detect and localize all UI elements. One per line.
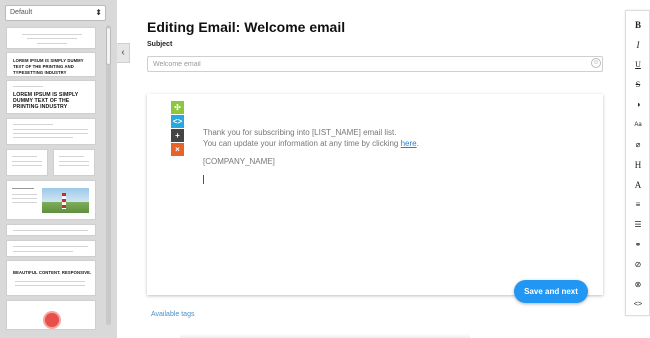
font-color-icon[interactable]: A xyxy=(626,177,650,193)
company-name-placeholder: [COMPANY_NAME] xyxy=(203,157,275,166)
link-icon[interactable]: ⚭ xyxy=(626,237,650,253)
template-select[interactable]: Default ⬍ xyxy=(5,5,106,21)
subject-input[interactable] xyxy=(147,56,603,72)
special-char-icon[interactable]: ⊗ xyxy=(626,277,650,293)
add-block-button[interactable]: + xyxy=(171,129,184,142)
code-block-button[interactable]: <> xyxy=(171,115,184,128)
italic-icon[interactable]: I xyxy=(626,37,650,53)
source-code-icon[interactable]: <> xyxy=(626,297,650,313)
delete-block-button[interactable]: × xyxy=(171,143,184,156)
template-thumbnail[interactable]: LOREM IPSUM IS SIMPLY DUMMY TEXT OF THE … xyxy=(6,52,96,77)
flower-image xyxy=(45,313,59,327)
bold-icon[interactable]: B xyxy=(626,17,650,33)
template-thumbnail[interactable] xyxy=(6,224,96,236)
align-icon[interactable]: ≡ xyxy=(626,197,650,213)
contrast-icon[interactable]: ◑ xyxy=(626,97,650,113)
text-caret xyxy=(203,175,204,184)
footer-shadow xyxy=(180,334,470,338)
update-info-link[interactable]: here xyxy=(401,139,417,148)
subject-label: Subject xyxy=(147,41,173,48)
available-tags-link[interactable]: Available tags xyxy=(151,311,194,318)
template-thumbnail[interactable] xyxy=(6,180,96,220)
email-body-text[interactable]: Thank you for subscribing into [LIST_NAM… xyxy=(203,127,419,149)
email-line-1: Thank you for subscribing into [LIST_NAM… xyxy=(203,128,397,137)
emoji-icon[interactable]: ☺ xyxy=(591,58,601,68)
collapse-sidebar-button[interactable]: ‹ xyxy=(117,43,130,63)
unlink-icon[interactable]: ⊘ xyxy=(626,257,650,273)
thumbnail-text: BEAUTIFUL CONTENT. RESPONSIVE. xyxy=(13,270,92,275)
template-select-value: Default xyxy=(10,9,33,16)
template-thumbnail[interactable] xyxy=(6,300,96,330)
template-thumbnail[interactable] xyxy=(53,149,95,176)
underline-icon[interactable]: U xyxy=(626,57,650,73)
block-tools: ✣ <> + × xyxy=(171,101,184,157)
formatting-toolbar: B I U S ◑ Aa ⌀ H A ≡ ☰ ⚭ ⊘ ⊗ <> xyxy=(625,10,650,316)
eraser-icon[interactable]: ⌀ xyxy=(626,137,650,153)
chevron-updown-icon: ⬍ xyxy=(95,8,102,17)
template-thumbnail[interactable]: LOREM IPSUM IS SIMPLY DUMMY TEXT OF THE … xyxy=(6,80,96,114)
heading-icon[interactable]: H xyxy=(626,157,650,173)
template-sidebar: Default ⬍ LOREM IPSUM IS SIMPLY DUMMY TE… xyxy=(0,0,117,338)
template-thumbnail[interactable] xyxy=(6,240,96,257)
lighthouse-image xyxy=(42,188,89,213)
chevron-left-icon: ‹ xyxy=(121,47,125,58)
page-title: Editing Email: Welcome email xyxy=(147,19,346,35)
sidebar-scrollbar-thumb[interactable] xyxy=(106,27,111,65)
sidebar-scrollbar-track[interactable] xyxy=(106,25,111,325)
thumbnail-text: LOREM IPSUM IS SIMPLY DUMMY TEXT OF THE … xyxy=(13,58,84,75)
font-size-icon[interactable]: Aa xyxy=(626,117,650,133)
template-thumbnails: LOREM IPSUM IS SIMPLY DUMMY TEXT OF THE … xyxy=(6,27,98,338)
save-and-next-button[interactable]: Save and next xyxy=(514,280,588,303)
template-thumbnail[interactable] xyxy=(6,27,96,49)
list-icon[interactable]: ☰ xyxy=(626,217,650,233)
strikethrough-icon[interactable]: S xyxy=(626,77,650,93)
move-block-button[interactable]: ✣ xyxy=(171,101,184,114)
template-thumbnail[interactable] xyxy=(6,149,48,176)
thumbnail-text: LOREM IPSUM IS SIMPLY DUMMY TEXT OF THE … xyxy=(13,92,79,110)
template-thumbnail[interactable] xyxy=(6,118,96,145)
template-thumbnail[interactable]: BEAUTIFUL CONTENT. RESPONSIVE. xyxy=(6,260,96,296)
email-editor-canvas[interactable] xyxy=(147,94,603,295)
email-line-2: You can update your information at any t… xyxy=(203,139,419,148)
